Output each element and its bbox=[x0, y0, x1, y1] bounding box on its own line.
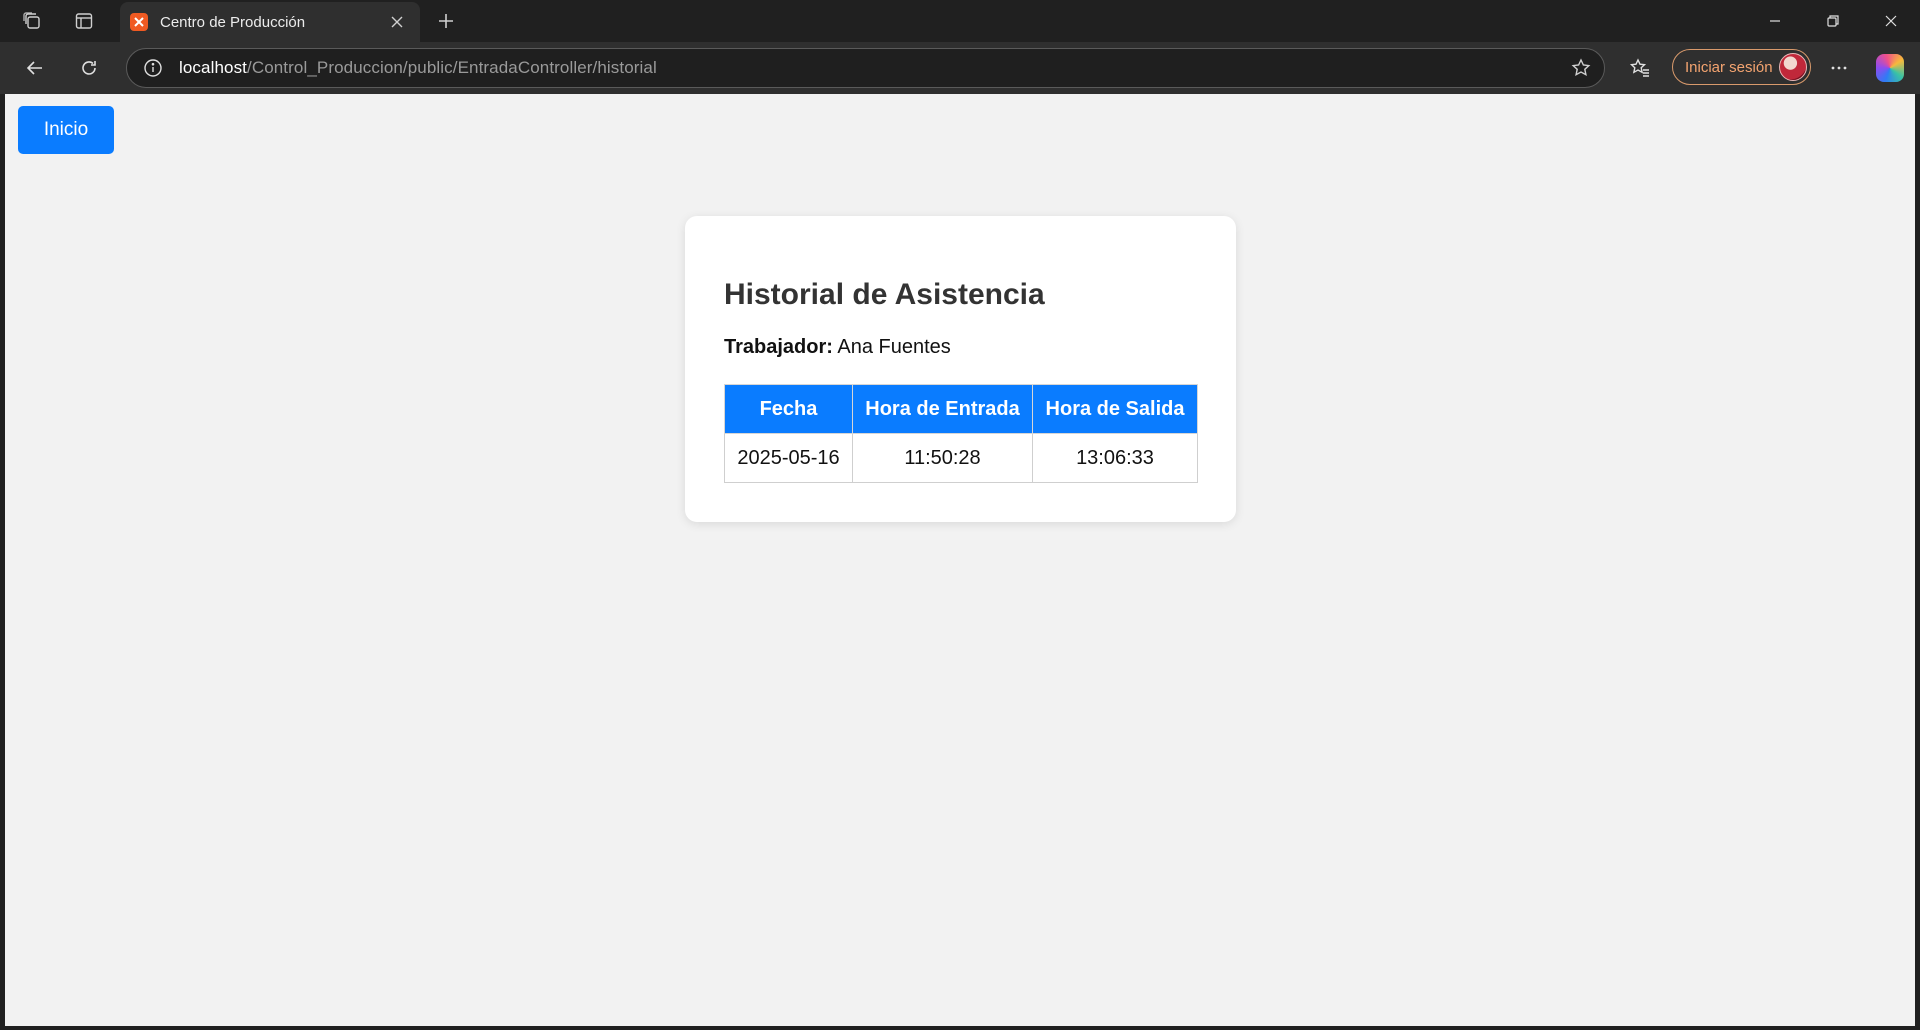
attendance-card: Historial de Asistencia Trabajador: Ana … bbox=[685, 216, 1236, 522]
cell-fecha: 2025-05-16 bbox=[724, 433, 853, 483]
cell-hora-entrada: 11:50:28 bbox=[852, 433, 1033, 483]
page-title: Historial de Asistencia bbox=[724, 278, 1045, 311]
new-tab-icon[interactable] bbox=[428, 6, 464, 36]
favorites-icon[interactable] bbox=[1621, 50, 1659, 86]
cell-hora-salida: 13:06:33 bbox=[1032, 433, 1198, 483]
worker-name: Ana Fuentes bbox=[837, 336, 951, 358]
back-arrow-icon[interactable] bbox=[16, 50, 54, 86]
worker-label: Trabajador: bbox=[724, 336, 833, 358]
table-header-row: Fecha Hora de Entrada Hora de Salida bbox=[724, 384, 1198, 434]
favorite-star-icon[interactable] bbox=[1558, 48, 1604, 88]
attendance-table: Fecha Hora de Entrada Hora de Salida 202… bbox=[724, 384, 1198, 483]
reload-icon[interactable] bbox=[70, 50, 108, 86]
tab-title: Centro de Producción bbox=[160, 13, 306, 31]
minimize-icon[interactable] bbox=[1746, 0, 1804, 42]
vertical-tabs-icon[interactable] bbox=[64, 6, 104, 36]
profile-avatar bbox=[1779, 53, 1807, 81]
address-bar[interactable]: localhost/Control_Produccion/public/Entr… bbox=[126, 48, 1605, 88]
worker-info: Trabajador: Ana Fuentes bbox=[724, 336, 951, 359]
close-window-icon[interactable] bbox=[1862, 0, 1920, 42]
table-row: 2025-05-16 11:50:28 13:06:33 bbox=[724, 433, 1198, 483]
tab-close-icon[interactable] bbox=[384, 9, 410, 35]
column-header-hora-salida: Hora de Salida bbox=[1032, 384, 1198, 434]
copilot-icon[interactable] bbox=[1876, 54, 1904, 82]
signin-button[interactable]: Iniciar sesión bbox=[1672, 49, 1811, 85]
url-path: /Control_Produccion/public/EntradaContro… bbox=[247, 58, 657, 77]
restore-icon[interactable] bbox=[1804, 0, 1862, 42]
page-viewport: Inicio Historial de Asistencia Trabajado… bbox=[5, 94, 1915, 1026]
tab-centro-de-produccion[interactable]: Centro de Producción bbox=[120, 2, 420, 42]
browser-toolbar: localhost/Control_Produccion/public/Entr… bbox=[0, 42, 1920, 94]
browser-window: Centro de Producción localhost/Control_P… bbox=[0, 0, 1920, 1030]
column-header-fecha: Fecha bbox=[724, 384, 853, 434]
home-button[interactable]: Inicio bbox=[18, 106, 114, 154]
workspaces-icon[interactable] bbox=[12, 6, 52, 36]
url-host: localhost bbox=[179, 58, 247, 77]
signin-label: Iniciar sesión bbox=[1685, 58, 1773, 76]
xampp-favicon-icon bbox=[130, 13, 148, 31]
url-text: localhost/Control_Produccion/public/Entr… bbox=[179, 58, 1558, 78]
column-header-hora-entrada: Hora de Entrada bbox=[852, 384, 1033, 434]
site-info-icon[interactable] bbox=[127, 48, 179, 88]
more-options-icon[interactable] bbox=[1820, 50, 1858, 86]
tab-strip: Centro de Producción bbox=[0, 0, 1920, 42]
